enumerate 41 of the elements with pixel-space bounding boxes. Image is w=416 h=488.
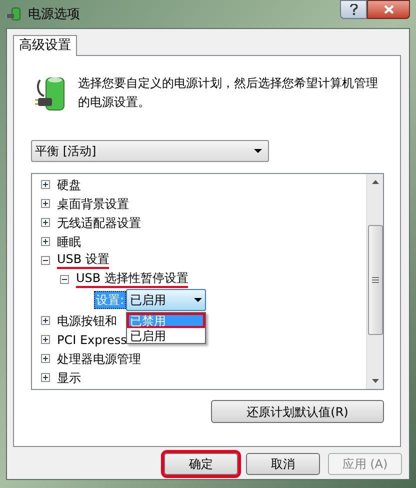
plan-dropdown[interactable]: 平衡 [活动] [31,140,269,162]
expand-icon[interactable] [41,335,50,344]
power-plug-icon [6,6,22,22]
setting-label: 设置: [94,291,126,309]
tree-item[interactable]: 睡眠 [57,232,81,250]
tab[interactable]: 高级设置 [13,35,77,56]
help-icon [350,4,358,15]
tree-item[interactable]: 无线适配器设置 [57,214,141,232]
dialog-button[interactable]: 取消 [246,453,320,475]
expand-icon[interactable] [41,354,50,363]
expand-icon[interactable] [41,218,50,227]
description-text: 选择您要自定义的电源计划，然后选择您希望计算机管理的电源设置。 [78,75,378,111]
tree-item[interactable]: USB 设置 [57,252,110,269]
dropdown-arrow-icon [194,298,202,302]
dialog-button[interactable]: 确定 [164,453,238,475]
scroll-down-icon[interactable] [372,379,378,383]
expand-icon[interactable] [41,237,50,246]
collapse-icon[interactable] [41,256,50,265]
close-icon [384,5,394,14]
setting-dropdown[interactable]: 已启用 [126,289,206,311]
dropdown-option[interactable]: 已启用 [127,328,206,343]
expand-icon[interactable] [41,373,50,382]
scrollbar-thumb[interactable] [368,225,382,335]
expand-icon[interactable] [41,316,50,325]
expand-icon[interactable] [41,199,50,208]
tree-item[interactable]: 桌面背景设置 [57,194,129,212]
tree-item[interactable]: 处理器电源管理 [57,350,141,368]
close-button[interactable] [367,0,410,19]
expand-icon[interactable] [41,180,50,189]
tree-item[interactable]: 硬盘 [57,176,81,194]
tree-item[interactable]: 电源按钮和 [57,312,117,330]
window-title: 电源选项 [28,6,80,24]
scroll-up-icon[interactable] [372,180,378,184]
dropdown-arrow-icon [254,149,262,153]
grip-icon [372,277,378,283]
scrollbar[interactable] [366,174,383,389]
restore-defaults-button[interactable]: 还原计划默认值(R) [211,400,384,423]
tree-item[interactable]: PCI Express [57,330,127,348]
collapse-icon[interactable] [60,275,69,284]
tree-item[interactable]: 显示 [57,368,81,386]
help-button[interactable] [340,0,367,19]
